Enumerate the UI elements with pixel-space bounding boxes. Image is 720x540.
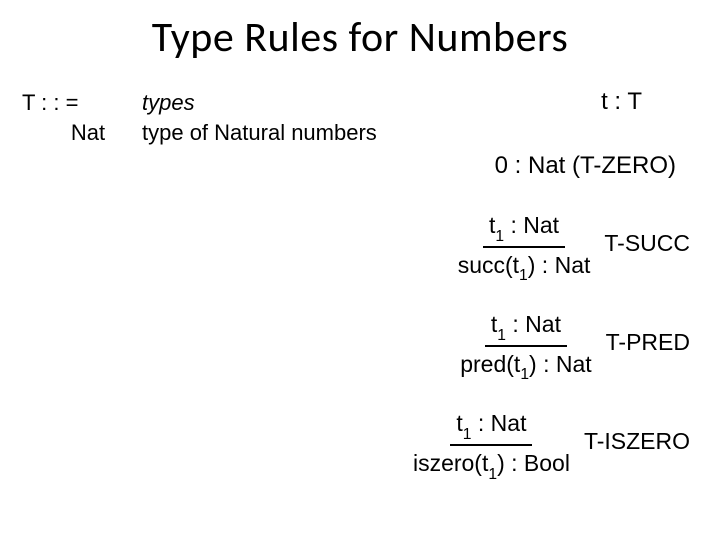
slide-title: Type Rules for Numbers [0,12,720,63]
rule-t-pred: t1 : Nat pred(t1) : Nat T-PRED [350,311,690,382]
axiom-t-zero: 0 : Nat (T-ZERO) [495,152,676,180]
premise-text: t [456,410,462,436]
conclusion-text-post: ) : Bool [497,450,570,476]
rule-t-iszero: t1 : Nat iszero(t1) : Bool T-ISZERO [350,410,690,481]
type-grammar: T : : = types Nat type of Natural number… [22,88,402,147]
conclusion-text-post: ) : Nat [529,351,592,377]
grammar-desc-nat: type of Natural numbers [142,118,377,148]
inference-rules: t1 : Nat succ(t1) : Nat T-SUCC t1 : Nat … [350,212,690,510]
conclusion-text: pred(t [460,351,520,377]
rule-conclusion: pred(t1) : Nat [460,347,591,383]
rule-premise: t1 : Nat [485,311,567,347]
rule-t-succ: t1 : Nat succ(t1) : Nat T-SUCC [350,212,690,283]
grammar-desc: types [142,88,195,118]
slide: Type Rules for Numbers T : : = types Nat… [0,0,720,540]
grammar-lhs: T : : = [22,88,142,118]
grammar-lhs-nat: Nat [22,118,142,148]
rule-body: t1 : Nat pred(t1) : Nat [460,311,591,382]
rule-body: t1 : Nat iszero(t1) : Bool [413,410,570,481]
premise-sub: 1 [463,426,472,443]
premise-sub: 1 [495,228,504,245]
premise-text-post: : Nat [506,311,561,337]
conclusion-text-post: ) : Nat [528,252,591,278]
rule-name: T-ISZERO [584,428,690,463]
rule-name: T-SUCC [604,230,690,265]
rule-body: t1 : Nat succ(t1) : Nat [458,212,591,283]
conclusion-text: iszero(t [413,450,488,476]
conclusion-sub: 1 [519,267,528,284]
premise-text-post: : Nat [504,212,559,238]
rule-premise: t1 : Nat [483,212,565,248]
grammar-row-nat: Nat type of Natural numbers [22,118,402,148]
rule-premise: t1 : Nat [450,410,532,446]
rule-conclusion: iszero(t1) : Bool [413,446,570,482]
conclusion-text: succ(t [458,252,519,278]
conclusion-sub: 1 [520,366,529,383]
premise-text-post: : Nat [472,410,527,436]
rule-name: T-PRED [606,329,690,364]
typing-judgement: t : T [601,88,642,116]
grammar-row-header: T : : = types [22,88,402,118]
rule-conclusion: succ(t1) : Nat [458,248,591,284]
conclusion-sub: 1 [488,466,497,483]
premise-sub: 1 [497,327,506,344]
